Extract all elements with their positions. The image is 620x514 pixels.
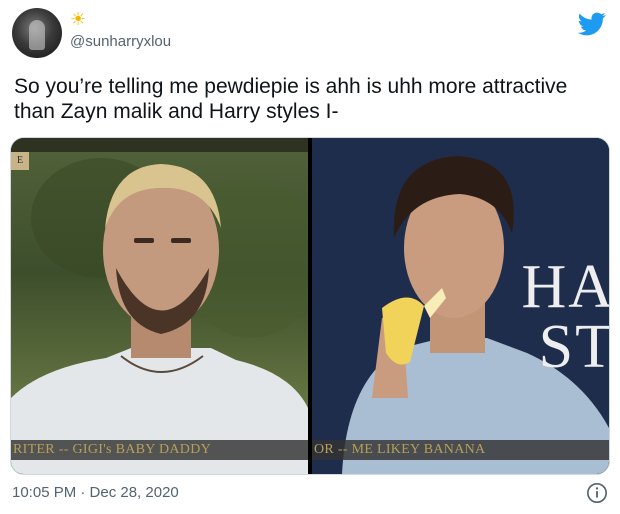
user-handle[interactable]: @sunharryxlou [70,33,171,50]
sun-emoji-icon: ☀ [70,9,87,29]
avatar[interactable] [12,8,62,58]
media-photo-right[interactable]: HA ST OR -- ME LIKEY BANANA [312,138,609,474]
caption-right: OR -- ME LIKEY BANANA [312,440,609,460]
caption-left: RITER -- GIGI's BABY DADDY [11,440,308,460]
person-illustration [11,158,308,474]
tweet-media[interactable]: E RITER -- GIGI's BABY DADDY HA ST OR --… [10,137,610,475]
tweet-timestamp[interactable]: 10:05 PM · Dec 28, 2020 [12,484,179,501]
overlay-text-ha: HA [521,253,609,321]
twitter-bird-icon[interactable] [578,12,606,36]
media-photo-left[interactable]: E RITER -- GIGI's BABY DADDY [11,138,308,474]
info-icon[interactable] [586,482,608,504]
tweet-text: So you’re telling me pewdiepie is ahh is… [14,75,568,123]
avatar-figure [29,20,45,50]
overlay-text-st: ST [538,313,609,381]
